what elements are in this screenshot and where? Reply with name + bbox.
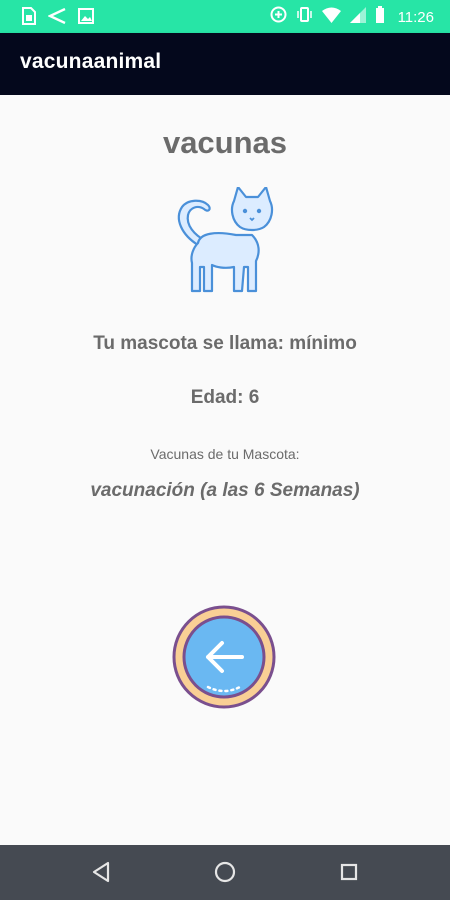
recents-square-icon xyxy=(340,863,358,881)
cat-icon xyxy=(168,185,284,299)
signal-icon xyxy=(349,6,366,28)
status-right-icons: 11:26 xyxy=(270,6,434,28)
status-bar: 11:26 xyxy=(0,0,450,33)
wifi-icon xyxy=(321,7,341,28)
vaccines-label: Vacunas de tu Mascota: xyxy=(150,446,300,462)
sim-icon xyxy=(22,7,36,30)
image-icon xyxy=(78,8,94,29)
page-title: vacunas xyxy=(162,125,288,160)
share-icon xyxy=(47,7,66,29)
main-content: vacunas Tu mascota se llama: mínimo Edad… xyxy=(0,95,450,845)
vaccine-value: vacunación (a las 6 Semanas) xyxy=(90,480,360,501)
vibrate-icon xyxy=(296,6,313,28)
nav-back-button[interactable] xyxy=(88,859,114,885)
battery-icon xyxy=(375,6,385,28)
home-circle-icon xyxy=(214,861,236,883)
pet-name-text: Tu mascota se llama: mínimo xyxy=(93,333,357,354)
back-button[interactable] xyxy=(170,603,278,711)
nav-home-button[interactable] xyxy=(212,859,238,885)
back-arrow-icon xyxy=(172,605,276,709)
pet-age-text: Edad: 6 xyxy=(190,387,260,408)
app-bar: vacunaanimal xyxy=(0,33,450,95)
nav-recents-button[interactable] xyxy=(336,859,362,885)
status-time: 11:26 xyxy=(397,8,434,26)
status-left-icons xyxy=(22,7,94,30)
app-title: vacunaanimal xyxy=(20,50,162,73)
back-triangle-icon xyxy=(92,861,110,883)
data-saver-icon xyxy=(270,6,287,28)
system-nav-bar xyxy=(0,845,450,900)
